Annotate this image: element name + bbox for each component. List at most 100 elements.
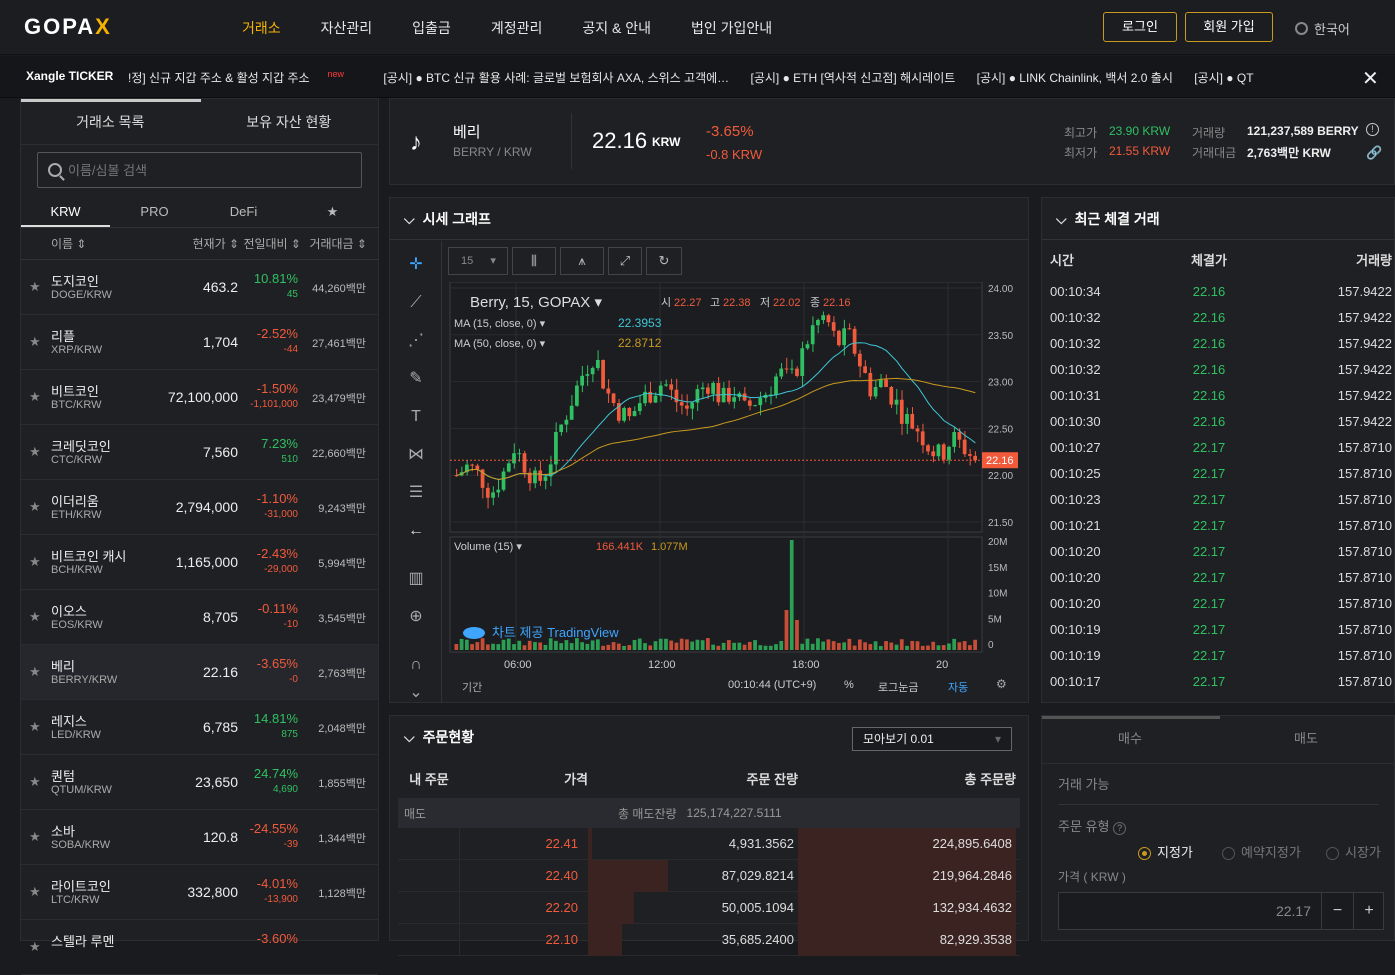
ticker-item[interactable]: [공시] ● ETH [역사적 신고점] 해시레이트 bbox=[751, 71, 956, 85]
gopax-logo[interactable]: GOPAX bbox=[24, 14, 112, 40]
login-button[interactable]: 로그인 bbox=[1103, 12, 1177, 42]
nav-notice[interactable]: 공지 & 안내 bbox=[582, 18, 651, 38]
help-icon[interactable]: ? bbox=[1113, 822, 1127, 835]
main-menu: 거래소 자산관리 입출금 계정관리 공지 & 안내 법인 가입안내 bbox=[242, 18, 812, 38]
brush-icon[interactable]: ✎ bbox=[400, 363, 432, 395]
group-select[interactable]: 모아보기 0.01 ▾ bbox=[852, 727, 1012, 751]
crosshair-icon[interactable]: ✛ bbox=[400, 249, 432, 281]
link-icon[interactable]: 🔗 bbox=[1366, 145, 1382, 161]
coin-row[interactable]: ★ 스텔라 루멘 -3.60% bbox=[21, 920, 378, 975]
trades-header: 시간 체결가 거래량 bbox=[1042, 240, 1394, 278]
price-input[interactable] bbox=[1059, 893, 1321, 929]
type-stop-limit[interactable]: 예약지정가 bbox=[1222, 842, 1301, 861]
coin-row[interactable]: ★ 리플 XRP/KRW 1,704 -2.52% -44 27,461백만 bbox=[21, 315, 378, 370]
settings-gear-icon[interactable]: ⚙ bbox=[996, 677, 1007, 691]
trades-title[interactable]: ⌵ 최근 체결 거래 bbox=[1042, 198, 1394, 240]
type-market[interactable]: 시장가 bbox=[1326, 842, 1381, 861]
star-icon[interactable]: ★ bbox=[29, 829, 41, 845]
nav-account[interactable]: 계정관리 bbox=[491, 18, 543, 38]
period-label[interactable]: 기간 bbox=[462, 679, 482, 695]
ticker-item[interactable]: [공시] ● BTC 신규 활용 사례: 글로벌 보험회사 AXA, 스위스 고… bbox=[383, 71, 729, 85]
candle-body bbox=[632, 411, 637, 417]
ticker-item[interactable]: [공시] ● LINK Chainlink, 백서 2.0 출시 bbox=[977, 71, 1173, 85]
auto-toggle[interactable]: 자동 bbox=[948, 679, 968, 695]
coin-row[interactable]: ★ 레지스 LED/KRW 6,785 14.81% 875 2,048백만 bbox=[21, 700, 378, 755]
coin-row[interactable]: ★ 이오스 EOS/KRW 8,705 -0.11% -10 3,545백만 bbox=[21, 590, 378, 645]
coin-row[interactable]: ★ 소바 SOBA/KRW 120.8 -24.55% -39 1,344백만 bbox=[21, 810, 378, 865]
chart-title[interactable]: ⌵ 시세 그래프 bbox=[390, 198, 1028, 240]
zoom-icon[interactable]: ⊕ bbox=[400, 601, 432, 633]
signup-button[interactable]: 회원 가입 bbox=[1185, 12, 1273, 42]
star-icon[interactable]: ★ bbox=[29, 609, 41, 625]
interval-select[interactable]: 15 ▾ bbox=[448, 247, 508, 275]
coin-row[interactable]: ★ 크레딧코인 CTC/KRW 7,560 7.23% 510 22,660백만 bbox=[21, 425, 378, 480]
pattern-icon[interactable]: ⋈ bbox=[400, 439, 432, 471]
ticker-close-icon[interactable]: ✕ bbox=[1362, 66, 1379, 91]
orderbook-row[interactable]: 22.41 4,931.3562 224,895.6408 bbox=[398, 827, 1020, 860]
coin-row[interactable]: ★ 비트코인 캐시 BCH/KRW 1,165,000 -2.43% -29,0… bbox=[21, 535, 378, 590]
star-icon[interactable]: ★ bbox=[29, 554, 41, 570]
tab-krw[interactable]: KRW bbox=[21, 198, 110, 227]
back-arrow-icon[interactable]: ← bbox=[400, 515, 432, 547]
language-selector[interactable]: 한국어 bbox=[1295, 19, 1350, 38]
star-icon[interactable]: ★ bbox=[29, 939, 41, 955]
text-icon[interactable]: T bbox=[400, 401, 432, 433]
coin-row[interactable]: ★ 퀀텀 QTUM/KRW 23,650 24.74% 4,690 1,855백… bbox=[21, 755, 378, 810]
tab-market-list[interactable]: 거래소 목록 bbox=[21, 99, 200, 144]
trade-qty: 157.9422 bbox=[1337, 283, 1392, 299]
coin-row[interactable]: ★ 라이트코인 LTC/KRW 332,800 -4.01% -13,900 1… bbox=[21, 865, 378, 920]
nav-assets[interactable]: 자산관리 bbox=[321, 18, 373, 38]
candle-type-icon[interactable]: ⫼ bbox=[512, 247, 556, 275]
star-icon[interactable]: ★ bbox=[29, 444, 41, 460]
info-icon[interactable]: ! bbox=[1366, 123, 1379, 136]
indicators-icon[interactable]: ⩚ bbox=[560, 247, 604, 275]
coin-row[interactable]: ★ 비트코인 BTC/KRW 72,100,000 -1.50% -1,101,… bbox=[21, 370, 378, 425]
fullscreen-icon[interactable]: ⤢ bbox=[608, 247, 642, 275]
star-icon[interactable]: ★ bbox=[29, 664, 41, 680]
type-limit[interactable]: 지정가 bbox=[1138, 842, 1193, 861]
coin-row[interactable]: ★ 베리 BERRY/KRW 22.16 -3.65% -0 2,763백만 bbox=[21, 645, 378, 700]
coin-row[interactable]: ★ 이더리움 ETH/KRW 2,794,000 -1.10% -31,000 … bbox=[21, 480, 378, 535]
star-icon[interactable]: ★ bbox=[29, 279, 41, 295]
increase-button[interactable]: + bbox=[1353, 893, 1384, 929]
percent-toggle[interactable]: % bbox=[844, 679, 854, 691]
orderbook-row[interactable]: 22.40 87,029.8214 219,964.2846 bbox=[398, 859, 1020, 892]
decrease-button[interactable]: − bbox=[1321, 893, 1353, 929]
star-icon[interactable]: ★ bbox=[29, 774, 41, 790]
search-input[interactable] bbox=[68, 162, 348, 178]
divider bbox=[571, 113, 572, 169]
price-chart[interactable]: 24.00 23.50 23.00 22.50 22.00 21.50 20M 15M 10M 5… bbox=[446, 282, 1026, 702]
nav-exchange[interactable]: 거래소 bbox=[242, 18, 281, 38]
volume-bar bbox=[569, 643, 574, 650]
sort-change[interactable]: 전일대비 ⇕ bbox=[239, 235, 301, 252]
sort-name[interactable]: 이름 ⇕ bbox=[51, 235, 179, 252]
orderbook-row[interactable]: 22.20 50,005.1094 132,934.4632 bbox=[398, 891, 1020, 924]
log-toggle[interactable]: 로그눈금 bbox=[878, 679, 918, 695]
tab-buy[interactable]: 매수 bbox=[1042, 716, 1218, 763]
measure-icon[interactable]: ▥ bbox=[400, 563, 432, 595]
tab-favorites-icon[interactable]: ★ bbox=[288, 198, 377, 227]
sort-price[interactable]: 현재가 ⇕ bbox=[179, 235, 239, 252]
star-icon[interactable]: ★ bbox=[29, 719, 41, 735]
sort-volume[interactable]: 거래대금 ⇕ bbox=[301, 235, 367, 252]
refresh-icon[interactable]: ↻ bbox=[646, 247, 682, 275]
coin-row[interactable]: ★ 도지코인 DOGE/KRW 463.2 10.81% 45 44,260백만 bbox=[21, 260, 378, 315]
tab-pro[interactable]: PRO bbox=[110, 198, 199, 227]
pitchfork-icon[interactable]: ⋰ bbox=[400, 325, 432, 357]
star-icon[interactable]: ★ bbox=[29, 884, 41, 900]
star-icon[interactable]: ★ bbox=[29, 389, 41, 405]
fib-icon[interactable]: ☰ bbox=[400, 477, 432, 509]
chevron-down-icon[interactable]: ⌄ bbox=[400, 677, 432, 709]
star-icon[interactable]: ★ bbox=[29, 499, 41, 515]
star-icon[interactable]: ★ bbox=[29, 334, 41, 350]
tab-defi[interactable]: DeFi bbox=[199, 198, 288, 227]
tab-sell[interactable]: 매도 bbox=[1218, 716, 1394, 763]
trendline-icon[interactable]: ⟋ bbox=[400, 287, 432, 319]
nav-corporate[interactable]: 법인 가입안내 bbox=[691, 18, 772, 38]
tab-holdings[interactable]: 보유 자산 현황 bbox=[200, 99, 379, 144]
orderbook-row[interactable]: 22.10 35,685.2400 82,929.3538 bbox=[398, 923, 1020, 956]
nav-deposit[interactable]: 입출금 bbox=[412, 18, 451, 38]
berry-logo-icon: ♪ bbox=[410, 129, 422, 156]
ticker-item[interactable]: !정] 신규 지갑 주소 & 활성 지갑 주소 new bbox=[128, 69, 362, 85]
ticker-item[interactable]: [공시] ● QT bbox=[1194, 71, 1253, 85]
